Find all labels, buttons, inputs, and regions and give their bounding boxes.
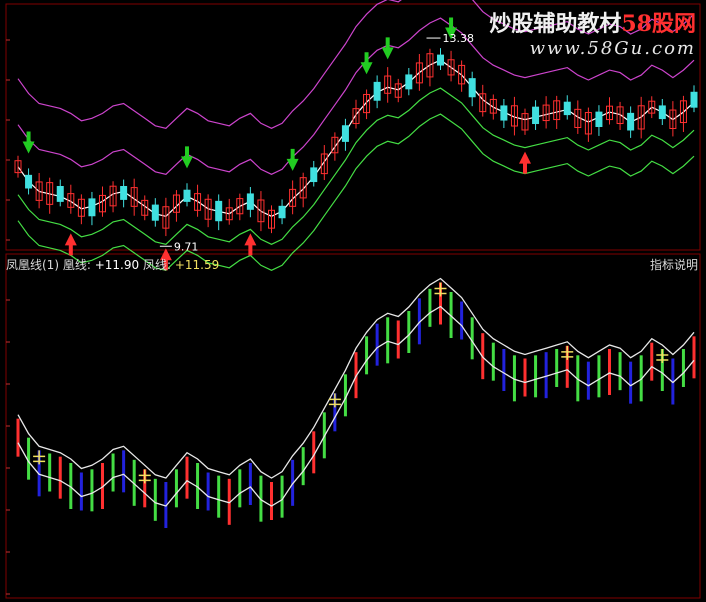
candle-body [120, 186, 128, 200]
candle-body [310, 167, 318, 183]
signal-marker-icon [561, 345, 574, 360]
candle-body [690, 91, 698, 108]
feng-line-value: +11.59 [174, 258, 220, 272]
huang-line-value: +11.90 [94, 258, 140, 272]
candle-body [405, 74, 413, 90]
buy-arrow-icon [519, 151, 531, 174]
low-price-label: 9.71 [174, 240, 199, 253]
indicator-help-button[interactable]: 指标说明 [650, 256, 698, 273]
watermark-url: www.58Gu.com [529, 38, 696, 59]
sell-arrow-icon [22, 131, 35, 154]
sell-arrow-icon [181, 146, 193, 169]
indicator-legend: 凤凰线(1) 凰线: +11.90 凤线: +11.59 [6, 256, 219, 273]
indicator-panel-frame [5, 253, 701, 599]
chart-canvas[interactable]: 13.38 9.71 [0, 0, 706, 602]
watermark: 炒股辅助教材58股网 www.58Gu.com [489, 6, 696, 59]
candle-body [183, 189, 191, 202]
signal-marker-icon [138, 469, 151, 484]
watermark-brand: 炒股辅助教材58股网 [489, 11, 696, 37]
feng-line-label: 凤线: [142, 258, 171, 272]
candle-body [437, 54, 444, 66]
signal-marker-icon [328, 393, 341, 408]
signal-marker-icon [434, 282, 447, 297]
watermark-site: 58股网 [621, 11, 696, 37]
buy-arrow-icon [64, 233, 77, 256]
candle-body [468, 78, 476, 98]
candle-body [627, 112, 635, 131]
indicator-name: 凤凰线(1) [6, 258, 59, 272]
candle-body [25, 174, 33, 189]
candle-body [341, 125, 349, 142]
candle-body [563, 101, 571, 116]
candle-body [246, 193, 254, 210]
candle-body [595, 111, 603, 128]
feng-line [17, 305, 695, 507]
signal-marker-icon [656, 349, 669, 363]
high-price-label: 13.38 [443, 32, 475, 45]
candle-body [532, 106, 540, 125]
candle-body [500, 105, 508, 121]
candle-body [88, 198, 96, 217]
candle-body [658, 105, 666, 120]
sell-arrow-icon [381, 37, 394, 60]
candle-body [373, 81, 381, 101]
candle-body [151, 204, 159, 221]
signal-marker-icon [33, 450, 46, 465]
candle-body [56, 186, 64, 202]
stock-chart-window: 13.38 9.71 炒股辅助教材58股网 www.58Gu.com 凤凰线(1)… [0, 0, 706, 602]
buy-arrow-icon [244, 233, 257, 256]
candle-body [215, 200, 223, 222]
huang-line-label: 凰线: [62, 258, 91, 272]
middle-band-line [17, 59, 695, 217]
candle-body [278, 205, 286, 219]
